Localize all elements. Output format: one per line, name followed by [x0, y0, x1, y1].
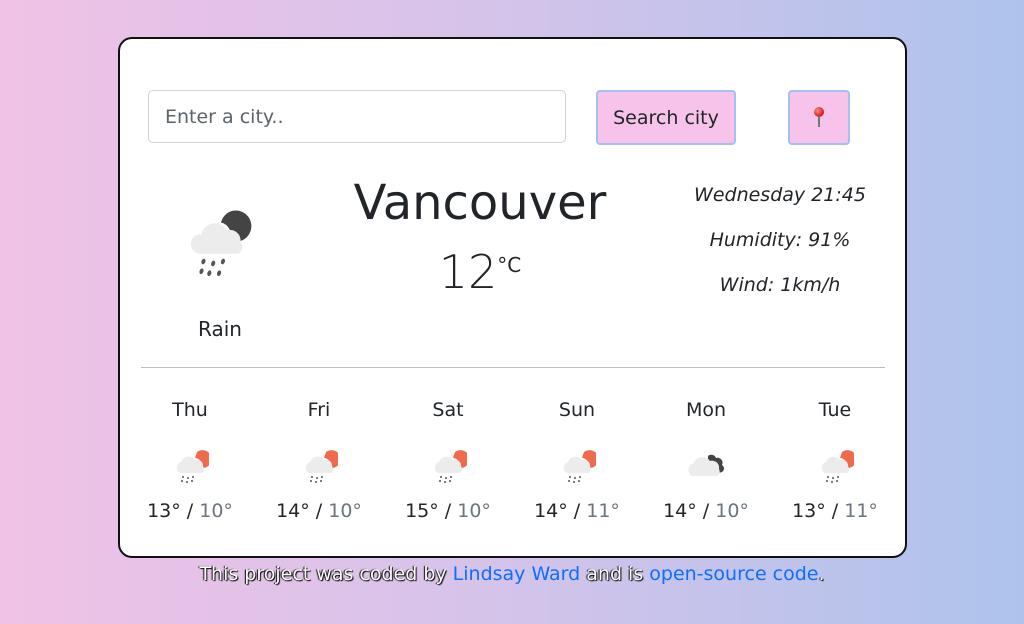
divider — [141, 367, 885, 368]
temperature-value: 12 — [438, 245, 498, 299]
forecast-temperatures: 14° / 10° — [646, 500, 766, 522]
forecast-day: Sun 14° / 11° — [517, 396, 637, 522]
current-location-button[interactable] — [788, 90, 850, 145]
broken-clouds-icon — [688, 454, 725, 476]
weather-condition: Rain — [198, 317, 242, 341]
humidity: Humidity: 91% — [709, 229, 851, 251]
author-link[interactable]: Lindsay Ward — [453, 563, 581, 585]
rain-sun-icon — [563, 450, 596, 483]
temperature-unit[interactable]: °C — [497, 253, 521, 277]
current-temperature: 12°C — [380, 245, 580, 299]
rain-sun-icon — [821, 450, 854, 483]
temp-separator: / — [702, 500, 710, 522]
temp-separator: / — [444, 500, 452, 522]
footer: This project was coded by Lindsay Ward a… — [0, 563, 1024, 585]
forecast-day-name: Fri — [307, 399, 331, 421]
forecast-temperatures: 13° / 10° — [130, 500, 250, 522]
footer-text: and is — [580, 563, 650, 585]
footer-text: . — [818, 563, 825, 585]
forecast-max-temp: 13° — [792, 500, 826, 522]
wind-speed: Wind: 1km/h — [719, 274, 841, 296]
source-code-link[interactable]: open-source code — [649, 563, 818, 585]
forecast-max-temp: 14° — [663, 500, 697, 522]
forecast-min-temp: 10° — [457, 500, 491, 522]
forecast-temperatures: 13° / 11° — [775, 500, 895, 522]
city-search-input[interactable] — [148, 90, 566, 143]
rain-sun-icon — [434, 450, 467, 483]
round-pushpin-icon — [812, 106, 826, 129]
forecast-temperatures: 15° / 10° — [388, 500, 508, 522]
forecast-temperatures: 14° / 11° — [517, 500, 637, 522]
forecast-day: Thu 13° / 10° — [130, 396, 250, 522]
forecast-min-temp: 11° — [844, 500, 878, 522]
weather-details: Wednesday 21:45 Humidity: 91% Wind: 1km/… — [660, 181, 900, 316]
forecast-day: Mon 14° / 10° — [646, 396, 766, 522]
forecast-max-temp: 14° — [534, 500, 568, 522]
rain-night-icon — [190, 210, 252, 277]
weather-card: Search city Rain Vancouver 12°C Wednesda… — [118, 37, 907, 558]
forecast-day-name: Sun — [558, 399, 596, 421]
forecast-day-name: Sat — [432, 399, 464, 421]
temp-separator: / — [573, 500, 581, 522]
city-name: Vancouver — [353, 175, 607, 231]
temp-separator: / — [186, 500, 194, 522]
search-city-button[interactable]: Search city — [596, 90, 736, 145]
forecast-day: Tue 13° / 11° — [775, 396, 895, 522]
temp-separator: / — [315, 500, 323, 522]
forecast-min-temp: 10° — [715, 500, 749, 522]
forecast-max-temp: 13° — [147, 500, 181, 522]
forecast-day-name: Tue — [818, 399, 852, 421]
forecast-min-temp: 11° — [586, 500, 620, 522]
forecast-day-name: Mon — [685, 399, 727, 421]
rain-sun-icon — [305, 450, 338, 483]
rain-sun-icon — [176, 450, 209, 483]
footer-text: This project was coded by — [199, 563, 453, 585]
forecast-min-temp: 10° — [199, 500, 233, 522]
forecast-temperatures: 14° / 10° — [259, 500, 379, 522]
forecast-max-temp: 15° — [405, 500, 439, 522]
temp-separator: / — [831, 500, 839, 522]
forecast-day: Fri 14° / 10° — [259, 396, 379, 522]
forecast-min-temp: 10° — [328, 500, 362, 522]
forecast-max-temp: 14° — [276, 500, 310, 522]
forecast-day: Sat 15° / 10° — [388, 396, 508, 522]
date-time: Wednesday 21:45 — [694, 184, 866, 206]
forecast-day-name: Thu — [172, 399, 208, 421]
